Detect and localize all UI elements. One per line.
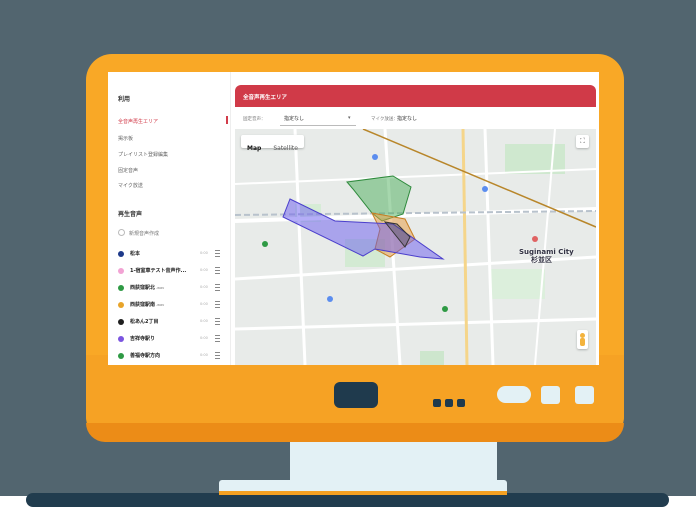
power-button[interactable] — [497, 386, 531, 403]
page-title: 全音声再生エリア — [243, 95, 288, 101]
track-name: 善福寺駅方向 — [130, 353, 161, 359]
track-duration: 0:00 — [200, 336, 208, 340]
indicator-dot-icon — [457, 399, 465, 407]
track-ext: .wav — [156, 303, 165, 307]
track-name: 松本 — [130, 251, 141, 257]
track-duration: 0:00 — [200, 285, 208, 289]
add-circle-icon — [118, 229, 125, 236]
monitor-button[interactable] — [575, 386, 594, 404]
drag-handle-icon[interactable] — [215, 301, 220, 308]
track-item[interactable]: 吉祥寺駅り 0:00 — [118, 334, 226, 344]
track-ext: .wav — [156, 286, 165, 290]
drag-handle-icon[interactable] — [215, 352, 220, 359]
chevron-down-icon[interactable]: ▾ — [348, 115, 351, 121]
mic-value: 指定なし — [397, 116, 418, 122]
monitor-screen: 利用 全音声再生エリア 掲示板 プレイリスト登録編集 固定音声 マイク放送 再生… — [108, 72, 599, 365]
track-name: 1-宿室車テスト音声作... — [130, 268, 187, 274]
sidebar-item-playlist[interactable]: プレイリスト登録編集 — [118, 151, 168, 158]
page-header: 全音声再生エリア — [235, 85, 596, 107]
fullscreen-icon[interactable]: ⛶ — [576, 135, 589, 148]
new-audio-button[interactable]: 新規音声作成 — [118, 229, 159, 237]
track-name: 西荻窪駅南 — [130, 302, 156, 308]
sidebar-item-board[interactable]: 掲示板 — [118, 135, 133, 142]
sidebar-item-fixed-audio[interactable]: 固定音声 — [118, 167, 138, 174]
map-canvas — [235, 129, 596, 365]
color-dot-icon — [118, 302, 124, 308]
sidebar-item-playback-area[interactable]: 全音声再生エリア — [118, 118, 158, 125]
color-dot-icon — [118, 336, 124, 342]
desk — [26, 493, 669, 507]
track-name: 吉祥寺駅り — [130, 336, 156, 342]
track-item[interactable]: 西荻窪駅北.wav 0:00 — [118, 283, 226, 293]
sidebar-title: 利用 — [118, 96, 131, 103]
drag-handle-icon[interactable] — [215, 284, 220, 291]
track-name: 松あん2丁目 — [130, 319, 159, 325]
sidebar: 利用 全音声再生エリア 掲示板 プレイリスト登録編集 固定音声 マイク放送 再生… — [108, 72, 231, 365]
color-dot-icon — [118, 285, 124, 291]
fixed-audio-select[interactable]: 指定なし — [284, 115, 304, 122]
track-item[interactable]: 西荻窪駅南.wav 0:00 — [118, 300, 226, 310]
main-panel: 全音声再生エリア 固定音声： 指定なし ▾ マイク放送： 指定なし Map Sa… — [235, 72, 599, 365]
color-dot-icon — [118, 319, 124, 325]
place-name-en: Suginami City — [519, 248, 574, 256]
fixed-audio-label: 固定音声： — [243, 117, 266, 122]
place-name-ja: 杉並区 — [531, 256, 552, 264]
map-type-satellite[interactable]: Satellite — [267, 142, 304, 155]
drag-handle-icon[interactable] — [215, 250, 220, 257]
active-indicator — [226, 116, 228, 124]
section-title: 再生音声 — [118, 211, 143, 218]
drag-handle-icon[interactable] — [215, 318, 220, 325]
track-duration: 0:00 — [200, 319, 208, 323]
select-underline — [280, 125, 356, 126]
sidebar-item-mic[interactable]: マイク放送 — [118, 182, 143, 189]
track-name: 西荻窪駅北 — [130, 285, 156, 291]
monitor-chin-shadow — [86, 423, 624, 442]
drag-handle-icon[interactable] — [215, 267, 220, 274]
track-duration: 0:00 — [200, 268, 208, 272]
drag-handle-icon[interactable] — [215, 335, 220, 342]
track-item[interactable]: 松本 0:00 — [118, 249, 226, 259]
track-item[interactable]: 松あん2丁目 0:00 — [118, 317, 226, 327]
mic-label: マイク放送： — [371, 117, 398, 122]
monitor-stand-neck — [290, 438, 497, 482]
map-view[interactable]: Map Satellite ⛶ Suginami City 杉並区 — [235, 129, 596, 365]
toolbar: 固定音声： 指定なし ▾ マイク放送： 指定なし — [235, 107, 596, 130]
monitor-button[interactable] — [541, 386, 560, 404]
color-dot-icon — [118, 353, 124, 359]
map-type-map[interactable]: Map — [241, 142, 267, 155]
indicator-dot-icon — [433, 399, 441, 407]
map-type-control: Map Satellite — [241, 135, 304, 152]
webcam-icon — [334, 382, 378, 408]
indicator-dot-icon — [445, 399, 453, 407]
track-duration: 0:00 — [200, 353, 208, 357]
track-duration: 0:00 — [200, 251, 208, 255]
track-item[interactable]: 1-宿室車テスト音声作... 0:00 — [118, 266, 226, 276]
pegman-icon[interactable] — [577, 330, 588, 349]
track-item[interactable]: 善福寺駅方向 0:00 — [118, 351, 226, 361]
new-audio-label: 新規音声作成 — [129, 231, 160, 237]
color-dot-icon — [118, 251, 124, 257]
color-dot-icon — [118, 268, 124, 274]
place-label: Suginami City 杉並区 — [519, 248, 574, 264]
track-duration: 0:00 — [200, 302, 208, 306]
monitor-stand-accent — [219, 491, 507, 495]
